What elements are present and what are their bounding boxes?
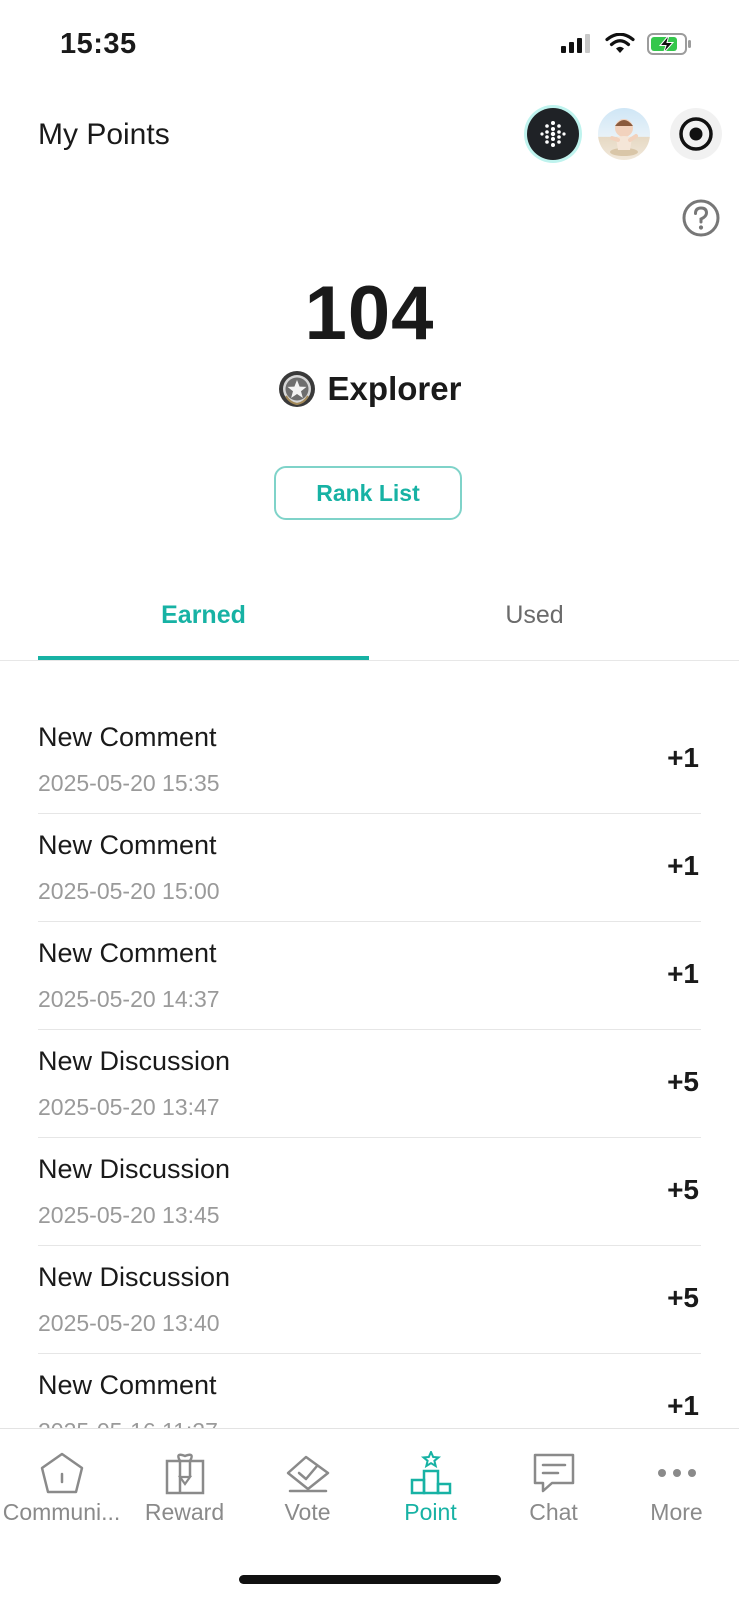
record-time: 2025-05-20 15:00: [38, 878, 220, 904]
record-points: +5: [667, 1282, 699, 1313]
nav-item-chat[interactable]: Chat: [492, 1429, 615, 1539]
list-item: New Comment 2025-05-20 15:00 +1: [38, 814, 701, 922]
record-points: +1: [667, 742, 699, 773]
record-title: New Discussion: [38, 1154, 231, 1184]
battery-charging-icon: [647, 33, 691, 55]
record-time: 2025-05-20 14:37: [38, 986, 220, 1012]
list-item: New Discussion 2025-05-20 13:45 +5: [38, 1138, 701, 1246]
nav-label: More: [650, 1499, 703, 1525]
target-icon: [679, 117, 713, 151]
list-item: New Discussion 2025-05-20 13:47 +5: [38, 1030, 701, 1138]
nav-label: Reward: [144, 1499, 225, 1525]
avatar-image: [610, 119, 638, 156]
app-header: My Points: [0, 94, 739, 184]
record-time: 2025-05-20 15:35: [38, 770, 220, 796]
vote-icon: [286, 1455, 329, 1493]
apps-button[interactable]: [527, 108, 579, 160]
nav-label: Point: [404, 1499, 457, 1525]
tab-earned[interactable]: Earned: [38, 570, 369, 660]
record-title: New Comment: [38, 830, 217, 860]
record-points: +1: [667, 850, 699, 881]
nav-item-more[interactable]: More: [615, 1429, 738, 1539]
status-icons: [561, 32, 693, 56]
record-time: 2025-05-16 11:27: [38, 1418, 218, 1428]
nav-label: Chat: [529, 1499, 578, 1525]
list-item: New Comment 2025-05-16 11:27 +1: [38, 1354, 701, 1428]
help-icon[interactable]: [681, 198, 721, 238]
cellular-signal-icon: [561, 34, 590, 53]
user-avatar[interactable]: [598, 108, 650, 160]
points-total: 104: [304, 271, 435, 356]
record-title: New Discussion: [38, 1046, 231, 1076]
list-item: New Discussion 2025-05-20 13:40 +5: [38, 1246, 701, 1354]
more-icon: [657, 1469, 696, 1477]
record-points: +5: [667, 1066, 699, 1097]
nav-item-point[interactable]: Point: [369, 1429, 492, 1539]
home-indicator[interactable]: [239, 1575, 501, 1584]
chat-icon: [533, 1453, 574, 1493]
points-tabs: Earned Used: [0, 570, 739, 661]
page-title: My Points: [38, 118, 170, 151]
record-title: New Comment: [38, 722, 217, 752]
record-title: New Discussion: [38, 1262, 231, 1292]
list-item: New Comment 2025-05-20 14:37 +1: [38, 922, 701, 1030]
gift-icon: [165, 1453, 204, 1495]
my-points-screen: 15:35 My Points 104 Explorer Rank List E…: [0, 0, 739, 1600]
points-history-list[interactable]: New Comment 2025-05-20 15:35 +1 New Comm…: [38, 706, 701, 1428]
nav-item-reward[interactable]: Reward: [123, 1429, 246, 1539]
level-name: Explorer: [327, 370, 462, 407]
record-title: New Comment: [38, 1370, 217, 1400]
home-icon: [40, 1452, 83, 1494]
nav-label: Communi...: [2, 1499, 121, 1525]
dot-grid-icon: [540, 121, 566, 147]
wifi-icon: [605, 33, 635, 53]
record-time: 2025-05-20 13:45: [38, 1202, 220, 1228]
level-badge-icon: [278, 371, 315, 407]
record-time: 2025-05-20 13:47: [38, 1094, 220, 1120]
record-points: +1: [667, 958, 699, 989]
record-button[interactable]: [670, 108, 722, 160]
nav-item-community[interactable]: Communi...: [0, 1429, 123, 1539]
nav-label: Vote: [284, 1499, 331, 1525]
status-time: 15:35: [60, 28, 137, 60]
record-points: +1: [667, 1390, 699, 1421]
tab-used[interactable]: Used: [369, 570, 700, 660]
nav-item-vote[interactable]: Vote: [246, 1429, 369, 1539]
record-title: New Comment: [38, 938, 217, 968]
list-item: New Comment 2025-05-20 15:35 +1: [38, 706, 701, 814]
active-tab-indicator: [38, 656, 369, 660]
record-points: +5: [667, 1174, 699, 1205]
status-bar: 15:35: [0, 0, 739, 94]
record-time: 2025-05-20 13:40: [38, 1310, 220, 1336]
podium-icon: [410, 1451, 451, 1495]
level-row: Explorer: [0, 370, 739, 408]
rank-list-button[interactable]: Rank List: [274, 466, 462, 520]
